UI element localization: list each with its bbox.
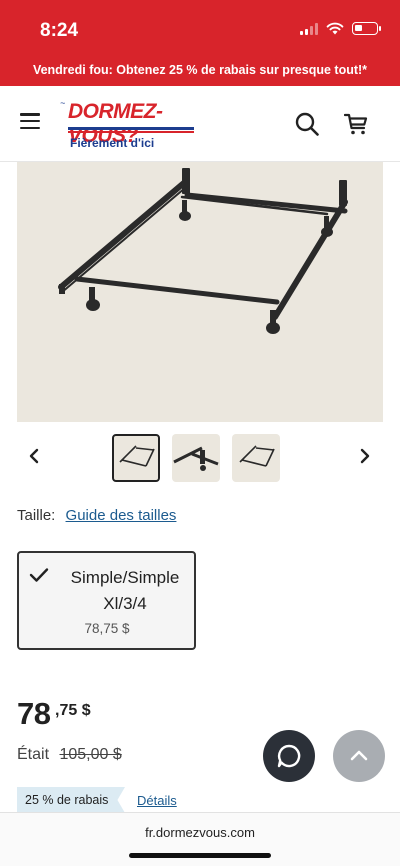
chevron-left-icon[interactable]	[26, 444, 42, 468]
cellular-signal-icon	[300, 22, 318, 35]
discount-badge: 25 % de rabais	[17, 787, 125, 813]
wifi-icon	[326, 22, 344, 35]
status-icons	[300, 22, 381, 35]
status-bar: 8:24	[0, 0, 400, 56]
size-guide-link[interactable]: Guide des tailles	[66, 507, 177, 524]
chevron-up-icon	[350, 750, 368, 761]
thumbnail-carousel	[0, 432, 400, 484]
price-dollars: 78	[17, 696, 51, 731]
logo-tagline: Fièrement d'ici	[70, 136, 155, 150]
price-cents: ,75 $	[55, 702, 91, 719]
size-option-price: 78,75 $	[84, 621, 130, 636]
was-price-row: Était 105,00 $	[17, 746, 122, 764]
promo-banner[interactable]: Vendredi fou: Obtenez 25 % de rabais sur…	[0, 56, 400, 86]
check-icon	[29, 568, 49, 582]
chat-bubble-icon	[277, 744, 301, 768]
status-time: 8:24	[40, 20, 79, 41]
search-icon[interactable]	[295, 112, 319, 136]
thumbnail-2[interactable]	[172, 434, 220, 482]
thumbnail-3[interactable]	[232, 434, 280, 482]
size-label: Taille:	[17, 507, 56, 524]
hamburger-menu-icon[interactable]	[20, 113, 40, 129]
bed-frame-illustration	[58, 168, 348, 334]
site-logo[interactable]: ~ Dormez-vous? Fièrement d'ici	[58, 96, 198, 152]
size-option-name: Simple/Simple Xl/3/4	[70, 568, 180, 613]
size-row: Taille: Guide des tailles	[17, 507, 176, 524]
cart-icon[interactable]	[344, 112, 368, 136]
scroll-to-top-button[interactable]	[333, 730, 385, 782]
browser-address-bar[interactable]: fr.dormezvous.com	[0, 812, 400, 866]
home-indicator	[129, 853, 271, 858]
details-link[interactable]: Détails	[137, 793, 177, 808]
logo-flourish-icon: ~	[60, 98, 66, 108]
product-image[interactable]	[17, 162, 383, 422]
site-header: ~ Dormez-vous? Fièrement d'ici	[0, 86, 400, 162]
logo-underline	[68, 127, 194, 130]
was-price: 105,00 $	[59, 746, 122, 763]
logo-underline-accent	[68, 131, 194, 133]
chat-button[interactable]	[263, 730, 315, 782]
battery-icon	[352, 22, 381, 35]
current-price: 78 ,75 $	[17, 696, 91, 732]
thumbnail-1[interactable]	[112, 434, 160, 482]
was-label: Était	[17, 746, 50, 763]
url-text[interactable]: fr.dormezvous.com	[0, 825, 400, 840]
size-option-selected[interactable]: Simple/Simple Xl/3/4 78,75 $	[17, 551, 196, 650]
chevron-right-icon[interactable]	[357, 444, 373, 468]
